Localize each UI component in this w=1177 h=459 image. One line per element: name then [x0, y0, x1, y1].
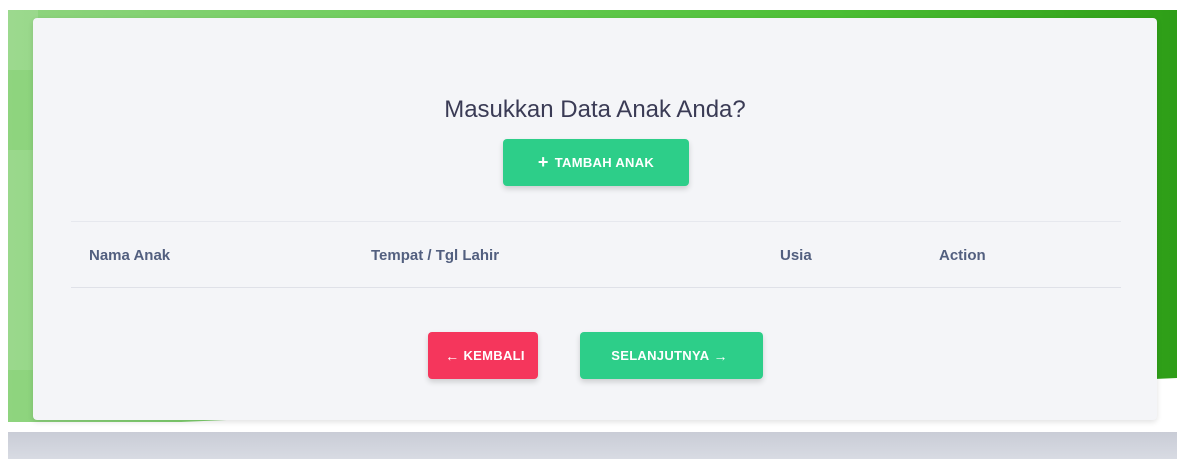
arrow-left-icon: ←: [445, 347, 460, 364]
column-header-name: Nama Anak: [89, 247, 171, 264]
children-table: Nama Anak Tempat / Tgl Lahir Usia Action: [71, 221, 1121, 288]
column-header-age: Usia: [780, 247, 812, 264]
column-header-birth: Tempat / Tgl Lahir: [371, 247, 500, 264]
back-button[interactable]: ← KEMBALI: [428, 332, 538, 379]
column-header-action: Action: [939, 247, 986, 264]
form-card: Masukkan Data Anak Anda? + TAMBAH ANAK N…: [33, 18, 1157, 420]
arrow-right-icon: →: [713, 347, 728, 364]
page: Masukkan Data Anak Anda? + TAMBAH ANAK N…: [0, 0, 1177, 459]
page-title: Masukkan Data Anak Anda?: [444, 96, 746, 123]
plus-icon: +: [537, 152, 549, 172]
next-button[interactable]: SELANJUTNYA →: [580, 332, 763, 379]
add-child-label: TAMBAH ANAK: [554, 155, 655, 170]
add-child-button[interactable]: + TAMBAH ANAK: [503, 139, 689, 186]
bottom-shadow: [8, 432, 1177, 459]
next-label: SELANJUTNYA: [611, 348, 710, 363]
back-label: KEMBALI: [463, 348, 525, 363]
